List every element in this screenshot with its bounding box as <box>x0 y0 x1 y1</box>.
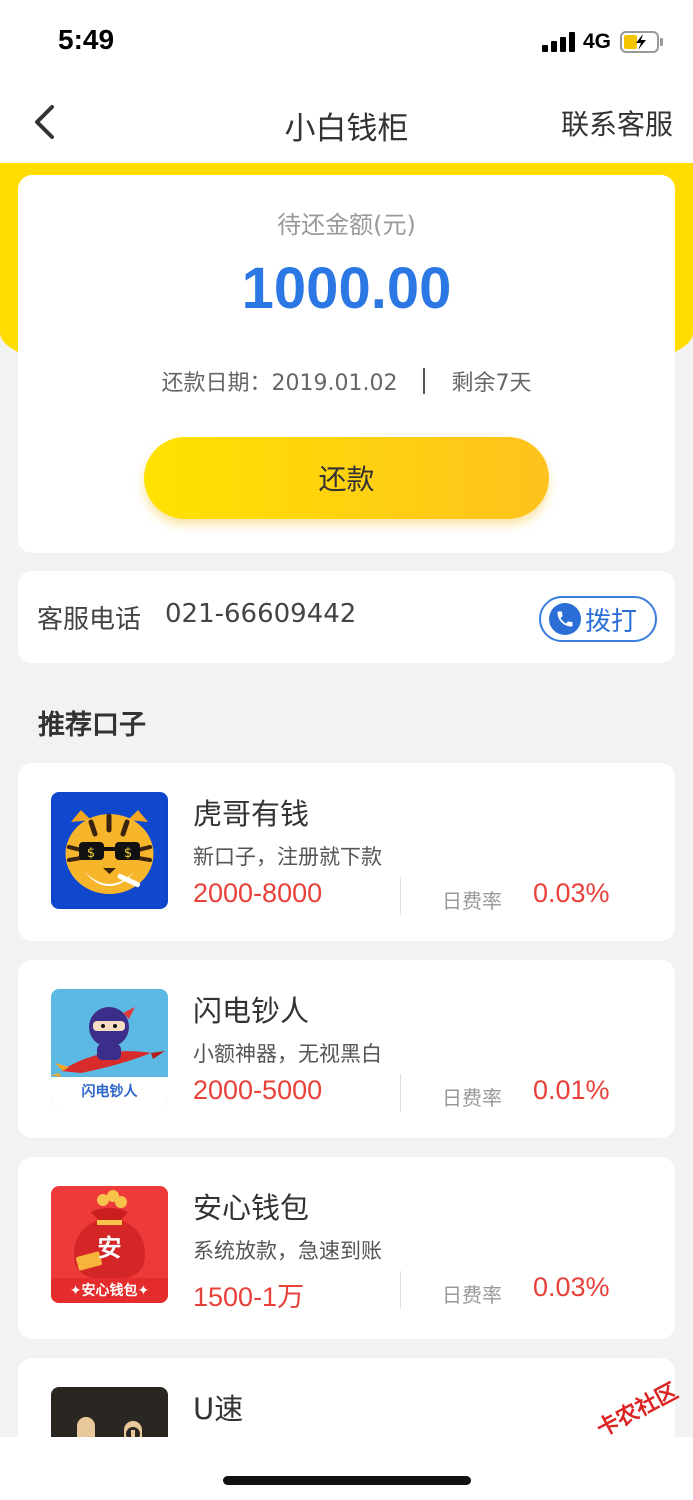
loan-rate-label: 日费率 <box>442 889 502 913</box>
call-button[interactable]: 拨打 <box>539 596 657 642</box>
section-title: 推荐口子 <box>38 710 146 741</box>
repay-date: 还款日期：2019.01.02 <box>161 371 398 396</box>
loan-divider <box>400 877 401 915</box>
signal-icon <box>542 32 576 52</box>
moneybag-logo-text: ✦安心钱包✦ <box>69 1283 150 1299</box>
bottom-safe-area <box>0 1437 693 1500</box>
info-divider <box>423 368 426 394</box>
repay-info: 还款日期：2019.01.02 剩余7天 <box>18 365 675 397</box>
repay-amount-label: 待还金额(元) <box>277 211 416 239</box>
status-bar: 5:49 4G <box>0 0 693 85</box>
loan-card[interactable]: 闪电钞人 闪电钞人 小额神器，无视黑白 2000-5000 日费率 0.01% <box>18 960 675 1138</box>
loan-rate: 0.03% <box>533 878 610 908</box>
repay-amount: 1000.00 <box>241 256 452 321</box>
loan-name: 虎哥有钱 <box>193 797 310 831</box>
home-indicator[interactable] <box>223 1476 471 1485</box>
loan-rate-label: 日费率 <box>442 1086 502 1110</box>
loan-name: 安心钱包 <box>193 1191 310 1225</box>
status-time: 5:49 <box>58 24 115 55</box>
nav-bar: 小白钱柜 联系客服 <box>0 85 693 163</box>
repay-card: 待还金额(元) 1000.00 还款日期：2019.01.02 剩余7天 还款 <box>18 175 675 553</box>
network-type: 4G <box>583 30 612 53</box>
contact-service-button[interactable]: 联系客服 <box>561 103 673 143</box>
repay-button[interactable]: 还款 <box>144 437 549 519</box>
svg-text:$: $ <box>124 846 132 861</box>
loan-card[interactable]: 安 ✦安心钱包✦ 安心钱包 系统放款，急速到账 1500-1万 日费率 0.03… <box>18 1157 675 1339</box>
moneybag-logo-icon: 安 ✦安心钱包✦ <box>51 1186 168 1303</box>
loan-rate: 0.01% <box>533 1075 610 1105</box>
service-card: 客服电话 021-66609442 拨打 <box>18 571 675 663</box>
rocket-logo-icon: 闪电钞人 <box>51 989 168 1106</box>
loan-rate: 0.03% <box>533 1272 610 1302</box>
call-button-label: 拨打 <box>585 606 638 637</box>
battery-icon <box>620 31 663 53</box>
loan-name: 闪电钞人 <box>193 994 310 1028</box>
rocket-logo-text: 闪电钞人 <box>81 1084 138 1100</box>
loan-desc: 新口子，注册就下款 <box>193 845 382 869</box>
phone-icon <box>549 603 581 635</box>
loan-range: 1500-1万 <box>193 1282 305 1312</box>
loan-range: 2000-8000 <box>193 878 323 908</box>
svg-text:$: $ <box>87 846 95 861</box>
service-phone-label: 客服电话 <box>37 605 142 635</box>
service-phone-number: 021-66609442 <box>165 599 357 629</box>
loan-desc: 系统放款，急速到账 <box>193 1239 382 1263</box>
loan-card[interactable]: $ $ 虎哥有钱 新口子，注册就下款 2000-8000 日费率 0.03% <box>18 763 675 941</box>
remaining-days: 剩余7天 <box>451 371 532 396</box>
loan-rate-label: 日费率 <box>442 1283 502 1307</box>
loan-name: U速 <box>193 1392 244 1426</box>
back-button[interactable] <box>24 99 64 145</box>
loan-desc: 小额神器，无视黑白 <box>193 1042 382 1066</box>
loan-divider <box>400 1074 401 1112</box>
moneybag-char: 安 <box>97 1234 122 1262</box>
loan-range: 2000-5000 <box>193 1075 323 1105</box>
tiger-logo-icon: $ $ <box>51 792 168 909</box>
chevron-left-icon <box>35 105 54 139</box>
loan-divider <box>400 1271 401 1309</box>
